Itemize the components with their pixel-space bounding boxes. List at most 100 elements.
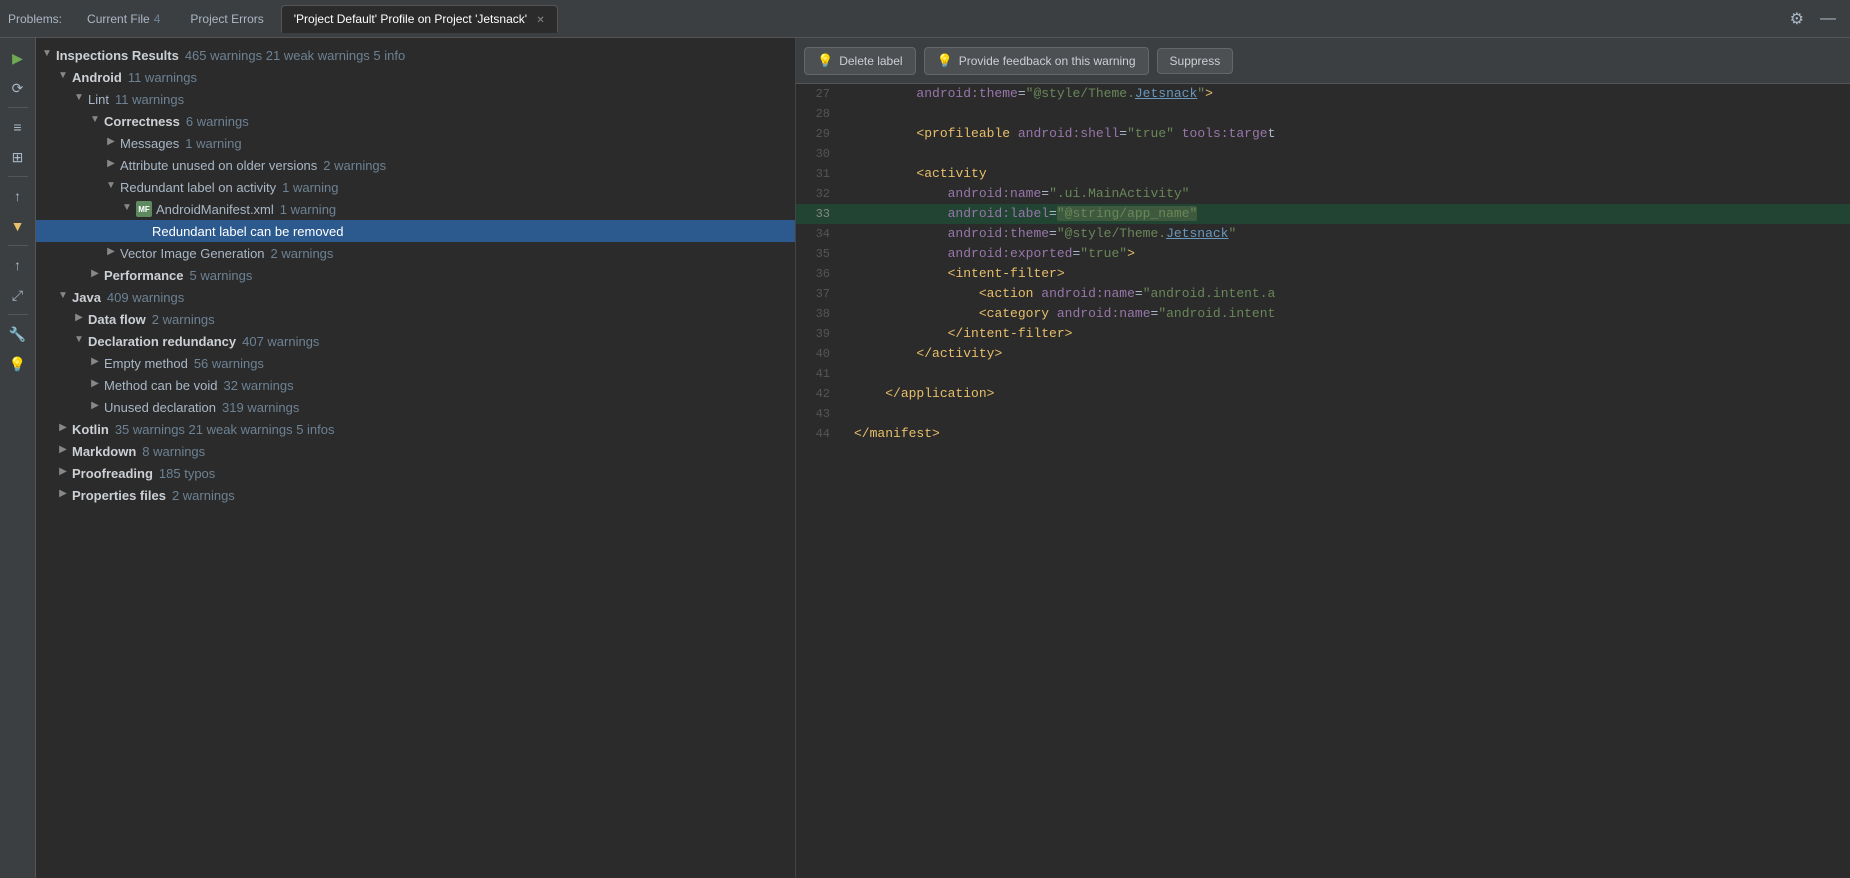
tree-node-data-flow[interactable]: Data flow 2 warnings: [36, 308, 795, 330]
code-line-27: 27 android:theme="@style/Theme.Jetsnack"…: [796, 84, 1850, 104]
tree-arrow-root: [40, 48, 54, 62]
filter-up-icon[interactable]: ↑: [4, 182, 32, 210]
tree-node-kotlin[interactable]: Kotlin 35 warnings 21 weak warnings 5 in…: [36, 418, 795, 440]
group-icon[interactable]: ⊞: [4, 143, 32, 171]
tree-count-redundant-label: 1 warning: [282, 180, 338, 195]
line-number-39: 39: [796, 324, 846, 344]
tree-node-messages[interactable]: Messages 1 warning: [36, 132, 795, 154]
line-number-30: 30: [796, 144, 846, 164]
suppress-button[interactable]: Suppress: [1157, 48, 1234, 74]
tree-label-performance: Performance: [104, 268, 183, 283]
code-area[interactable]: 27 android:theme="@style/Theme.Jetsnack"…: [796, 84, 1850, 878]
tree-node-redundant-label[interactable]: Redundant label on activity 1 warning: [36, 176, 795, 198]
code-line-35: 35 android:exported="true">: [796, 244, 1850, 264]
tree-node-attr-unused[interactable]: Attribute unused on older versions 2 war…: [36, 154, 795, 176]
sidebar-icons: ▶ ⟳ ≡ ⊞ ↑ ▼ ↑ ⤢ 🔧 💡: [0, 38, 36, 878]
tree-node-properties-files[interactable]: Properties files 2 warnings: [36, 484, 795, 506]
tree-label-manifest: AndroidManifest.xml: [156, 202, 274, 217]
tree-arrow-data-flow: [72, 312, 86, 326]
feedback-button[interactable]: 💡 Provide feedback on this warning: [924, 47, 1149, 75]
line-number-34: 34: [796, 224, 846, 244]
separator-2: [8, 176, 28, 177]
tree-arrow-unused-decl: [88, 400, 102, 414]
tree-label-data-flow: Data flow: [88, 312, 146, 327]
tree-node-lint[interactable]: Lint 11 warnings: [36, 88, 795, 110]
close-tab-icon[interactable]: ✕: [536, 15, 544, 26]
tree-label-android: Android: [72, 70, 122, 85]
line-number-27: 27: [796, 84, 846, 104]
manifest-file-icon: MF: [136, 201, 152, 217]
tree-label-properties-files: Properties files: [72, 488, 166, 503]
line-number-40: 40: [796, 344, 846, 364]
tree-arrow-vector-image: [104, 246, 118, 260]
delete-label-button[interactable]: 💡 Delete label: [804, 47, 916, 75]
tab-bar: Problems: Current File4 Project Errors '…: [0, 0, 1850, 38]
tree-node-empty-method[interactable]: Empty method 56 warnings: [36, 352, 795, 374]
tree-arrow-redundant-label: [104, 180, 118, 194]
tree-count-attr-unused: 2 warnings: [323, 158, 386, 173]
line-number-36: 36: [796, 264, 846, 284]
nav-up-icon[interactable]: ↑: [4, 251, 32, 279]
tree-node-correctness[interactable]: Correctness 6 warnings: [36, 110, 795, 132]
nav-export-icon[interactable]: ⤢: [4, 281, 32, 309]
tree-node-unused-decl[interactable]: Unused declaration 319 warnings: [36, 396, 795, 418]
line-content-40: </activity>: [846, 344, 1850, 364]
tree-count-correctness: 6 warnings: [186, 114, 249, 129]
tree-node-method-void[interactable]: Method can be void 32 warnings: [36, 374, 795, 396]
tree-node-proofreading[interactable]: Proofreading 185 typos: [36, 462, 795, 484]
tree-node-performance[interactable]: Performance 5 warnings: [36, 264, 795, 286]
tree-node-markdown[interactable]: Markdown 8 warnings: [36, 440, 795, 462]
tree-label-markdown: Markdown: [72, 444, 136, 459]
line-content-44: </manifest>: [846, 424, 1850, 444]
separator-4: [8, 314, 28, 315]
tree-label-method-void: Method can be void: [104, 378, 217, 393]
tab-project-errors[interactable]: Project Errors: [177, 5, 276, 33]
tree-node-android[interactable]: Android 11 warnings: [36, 66, 795, 88]
tree-node-redundant-item[interactable]: Redundant label can be removed: [36, 220, 795, 242]
line-content-27: android:theme="@style/Theme.Jetsnack">: [846, 84, 1850, 104]
code-line-43: 43: [796, 404, 1850, 424]
code-line-39: 39 </intent-filter>: [796, 324, 1850, 344]
tree-root[interactable]: Inspections Results 465 warnings 21 weak…: [36, 44, 795, 66]
tree-arrow-decl-redundancy: [72, 334, 86, 348]
tree-node-manifest[interactable]: MF AndroidManifest.xml 1 warning: [36, 198, 795, 220]
delete-label-text: Delete label: [839, 54, 902, 68]
tree-label-kotlin: Kotlin: [72, 422, 109, 437]
tree-arrow-performance: [88, 268, 102, 282]
feedback-icon: 💡: [937, 53, 953, 69]
line-number-43: 43: [796, 404, 846, 424]
line-number-32: 32: [796, 184, 846, 204]
rerun-icon[interactable]: ⟳: [4, 74, 32, 102]
tree-arrow-lint: [72, 92, 86, 106]
filter-active-icon[interactable]: ▼: [4, 212, 32, 240]
tree-count-lint: 11 warnings: [115, 92, 184, 107]
code-line-28: 28: [796, 104, 1850, 124]
bulb-icon[interactable]: 💡: [4, 350, 32, 378]
run-icon[interactable]: ▶: [4, 44, 32, 72]
tree-label-root: Inspections Results: [56, 48, 179, 63]
line-number-31: 31: [796, 164, 846, 184]
tree-count-data-flow: 2 warnings: [152, 312, 215, 327]
code-line-32: 32 android:name=".ui.MainActivity": [796, 184, 1850, 204]
line-number-38: 38: [796, 304, 846, 324]
code-line-34: 34 android:theme="@style/Theme.Jetsnack": [796, 224, 1850, 244]
tree-arrow-proofreading: [56, 466, 70, 480]
tree-node-java[interactable]: Java 409 warnings: [36, 286, 795, 308]
minimize-icon[interactable]: —: [1814, 6, 1842, 32]
tree-node-vector-image[interactable]: Vector Image Generation 2 warnings: [36, 242, 795, 264]
tree-node-decl-redundancy[interactable]: Declaration redundancy 407 warnings: [36, 330, 795, 352]
code-line-36: 36 <intent-filter>: [796, 264, 1850, 284]
tree-label-proofreading: Proofreading: [72, 466, 153, 481]
line-content-35: android:exported="true">: [846, 244, 1850, 264]
code-line-29: 29 <profileable android:shell="true" too…: [796, 124, 1850, 144]
tab-current-file[interactable]: Current File4: [74, 5, 173, 33]
sort-alpha-icon[interactable]: ≡: [4, 113, 32, 141]
tree-arrow-markdown: [56, 444, 70, 458]
tree-arrow-attr-unused: [104, 158, 118, 172]
settings-icon[interactable]: ⚙: [1784, 5, 1810, 33]
tab-project-profile[interactable]: 'Project Default' Profile on Project 'Je…: [281, 5, 558, 33]
line-number-33: 33: [796, 204, 846, 224]
separator-1: [8, 107, 28, 108]
tree-arrow-properties-files: [56, 488, 70, 502]
wrench-icon[interactable]: 🔧: [4, 320, 32, 348]
